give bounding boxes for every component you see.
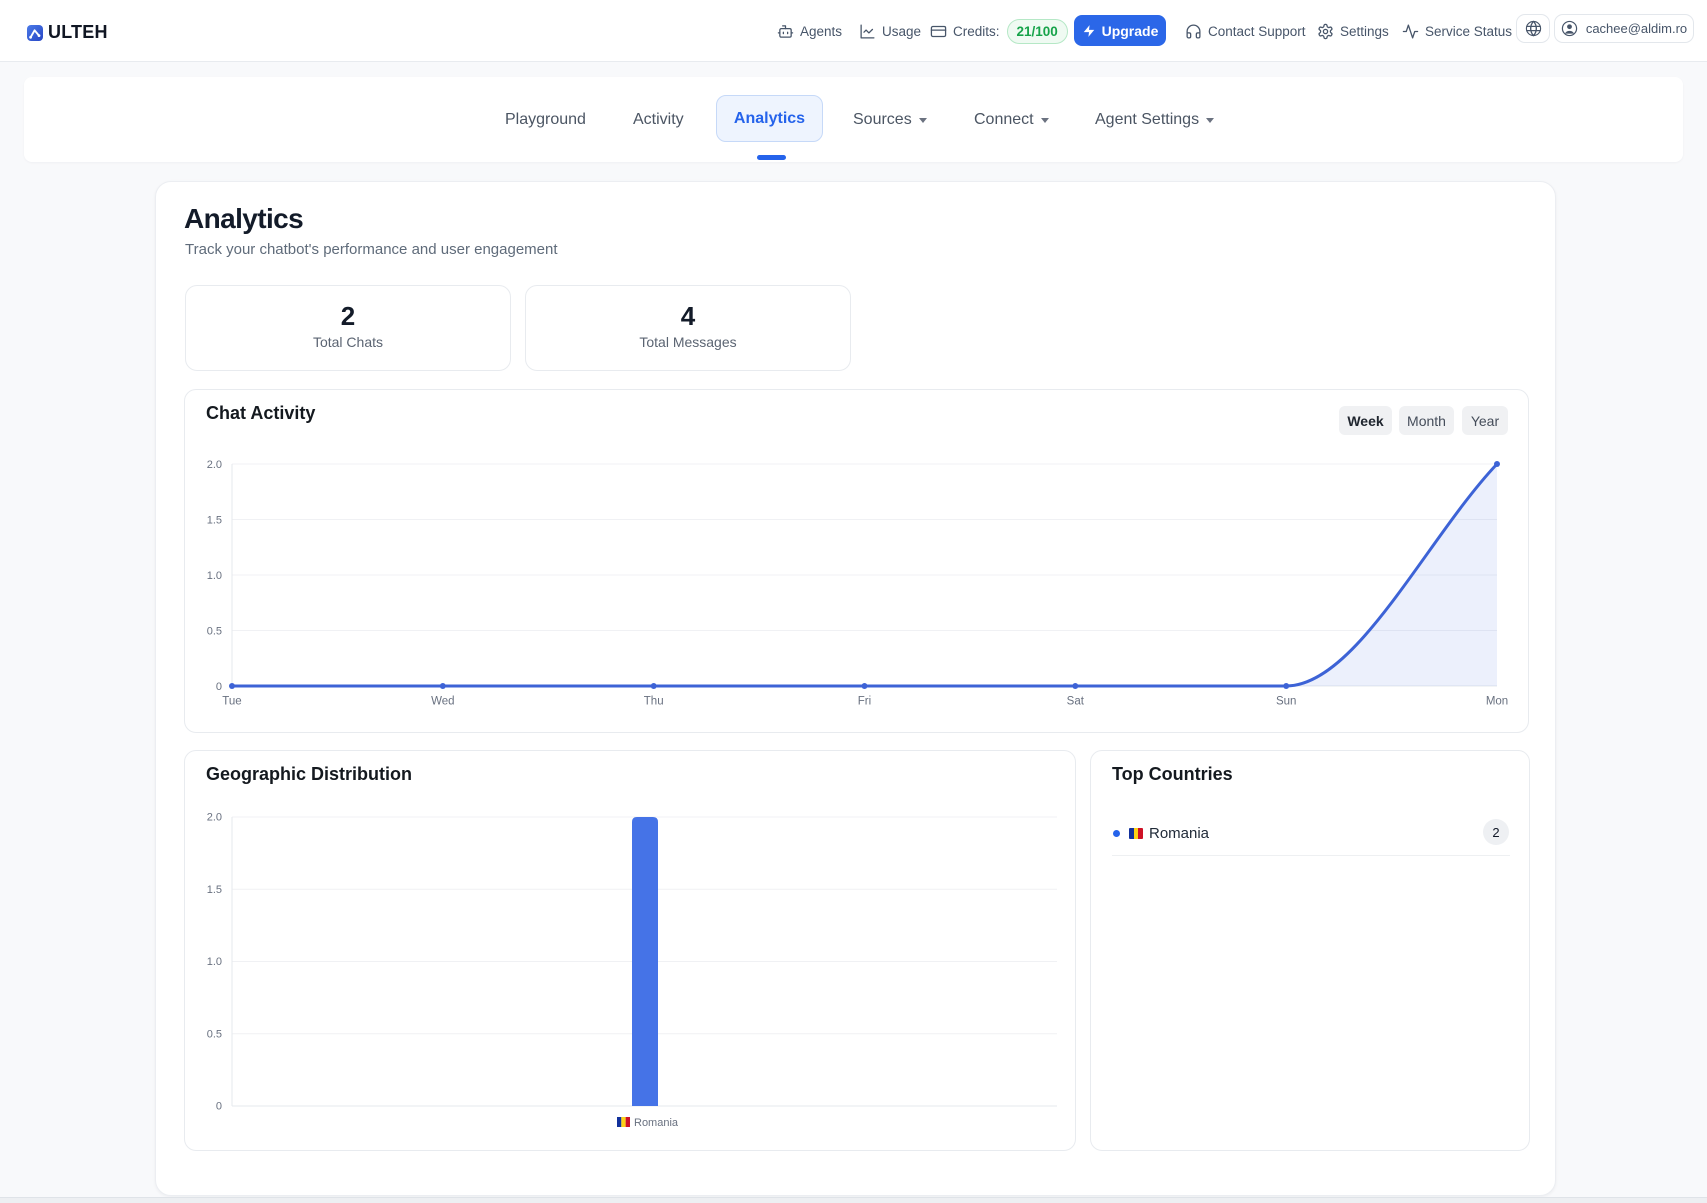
- svg-text:0.5: 0.5: [207, 1028, 222, 1040]
- svg-text:Sat: Sat: [1067, 696, 1085, 708]
- svg-text:Tue: Tue: [222, 696, 241, 708]
- svg-text:0: 0: [216, 1101, 222, 1113]
- svg-text:2.0: 2.0: [207, 459, 222, 471]
- svg-text:0.5: 0.5: [207, 626, 222, 638]
- svg-text:Sun: Sun: [1276, 696, 1296, 708]
- svg-text:1.5: 1.5: [207, 515, 222, 527]
- svg-text:Romania: Romania: [634, 1117, 679, 1129]
- svg-text:1.0: 1.0: [207, 956, 222, 968]
- svg-text:Mon: Mon: [1486, 696, 1508, 708]
- svg-text:Fri: Fri: [858, 696, 871, 708]
- svg-text:1.5: 1.5: [207, 884, 222, 896]
- svg-text:2.0: 2.0: [207, 812, 222, 824]
- svg-text:Wed: Wed: [431, 696, 454, 708]
- svg-text:0: 0: [216, 681, 222, 693]
- svg-text:1.0: 1.0: [207, 570, 222, 582]
- svg-text:Thu: Thu: [644, 696, 664, 708]
